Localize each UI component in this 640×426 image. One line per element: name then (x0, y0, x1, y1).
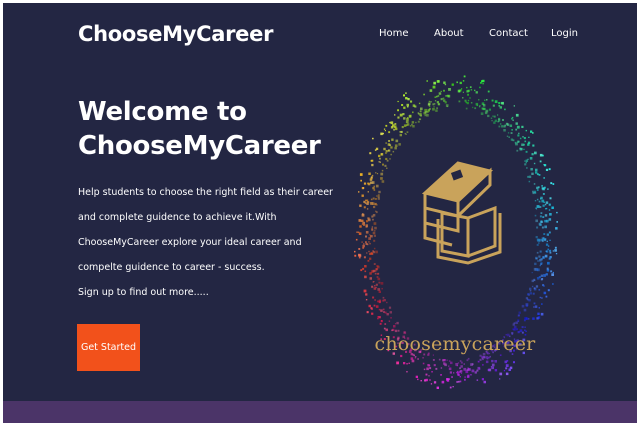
nav-login-link[interactable]: Login (551, 28, 578, 39)
footer-band (3, 401, 637, 423)
get-started-button[interactable]: Get Started (77, 324, 140, 371)
hero-description: Help students to choose the right field … (78, 180, 333, 305)
hero-description-line: and complete guidence to achieve it.With (78, 212, 277, 223)
nav-home-link[interactable]: Home (379, 28, 409, 39)
top-nav: Home About Contact Login (3, 28, 637, 44)
hero-headline: Welcome to ChooseMyCareer (78, 95, 321, 163)
hero-headline-line1: Welcome to (78, 97, 247, 127)
hero-description-line: Help students to choose the right field … (78, 187, 333, 198)
brand-illustration: choosemycareer (340, 63, 570, 403)
nav-about-link[interactable]: About (434, 28, 464, 39)
hero-description-line: Sign up to find out more..... (78, 287, 209, 298)
hero-description-line: ChooseMyCareer explore your ideal career… (78, 237, 302, 248)
hero-headline-line2: ChooseMyCareer (78, 131, 321, 161)
hero-description-line: compelte guidence to career - success. (78, 262, 265, 273)
nav-contact-link[interactable]: Contact (489, 28, 528, 39)
page: ChooseMyCareer Home About Contact Login … (3, 3, 637, 423)
logo-wordmark: choosemycareer (374, 333, 536, 355)
